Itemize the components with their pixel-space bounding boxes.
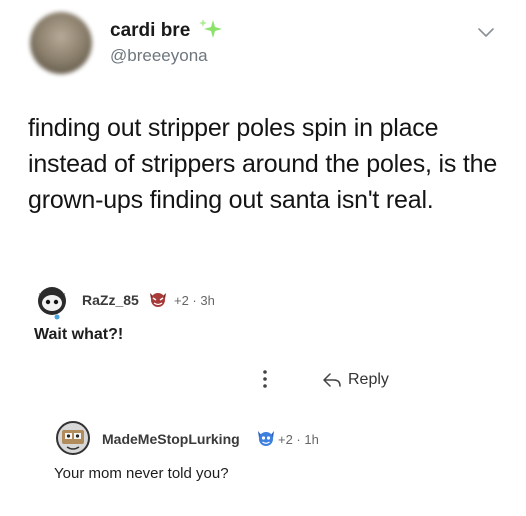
demon-mascot-badge-icon [150,293,166,307]
user-handle[interactable]: @breeeyona [110,46,208,66]
reply-arrow-icon [323,373,341,387]
comment-text: Your mom never told you? [54,465,229,482]
tweet-card: cardi bre @breeeyona finding out strippe… [0,0,526,270]
comment-username[interactable]: RaZz_85 [82,292,139,308]
display-name[interactable]: cardi bre [110,20,190,42]
reply-label: Reply [348,371,389,388]
comment-username[interactable]: MadeMeStopLurking [102,431,240,447]
comment-text: Wait what?! [34,326,124,343]
mascot-badge-icon [258,431,274,446]
sparkle-icon [199,19,222,38]
comment-meta: +2 · 3h [174,293,215,308]
tweet-text: finding out stripper poles spin in place… [28,114,498,214]
vertical-dots-icon[interactable] [262,369,268,389]
commenter-avatar[interactable] [33,283,71,321]
comment-meta: +2 · 1h [278,432,319,447]
user-avatar[interactable] [30,12,92,74]
chevron-down-icon[interactable] [477,26,495,40]
commenter-avatar[interactable] [53,418,93,458]
reply-button[interactable]: Reply [322,369,389,391]
